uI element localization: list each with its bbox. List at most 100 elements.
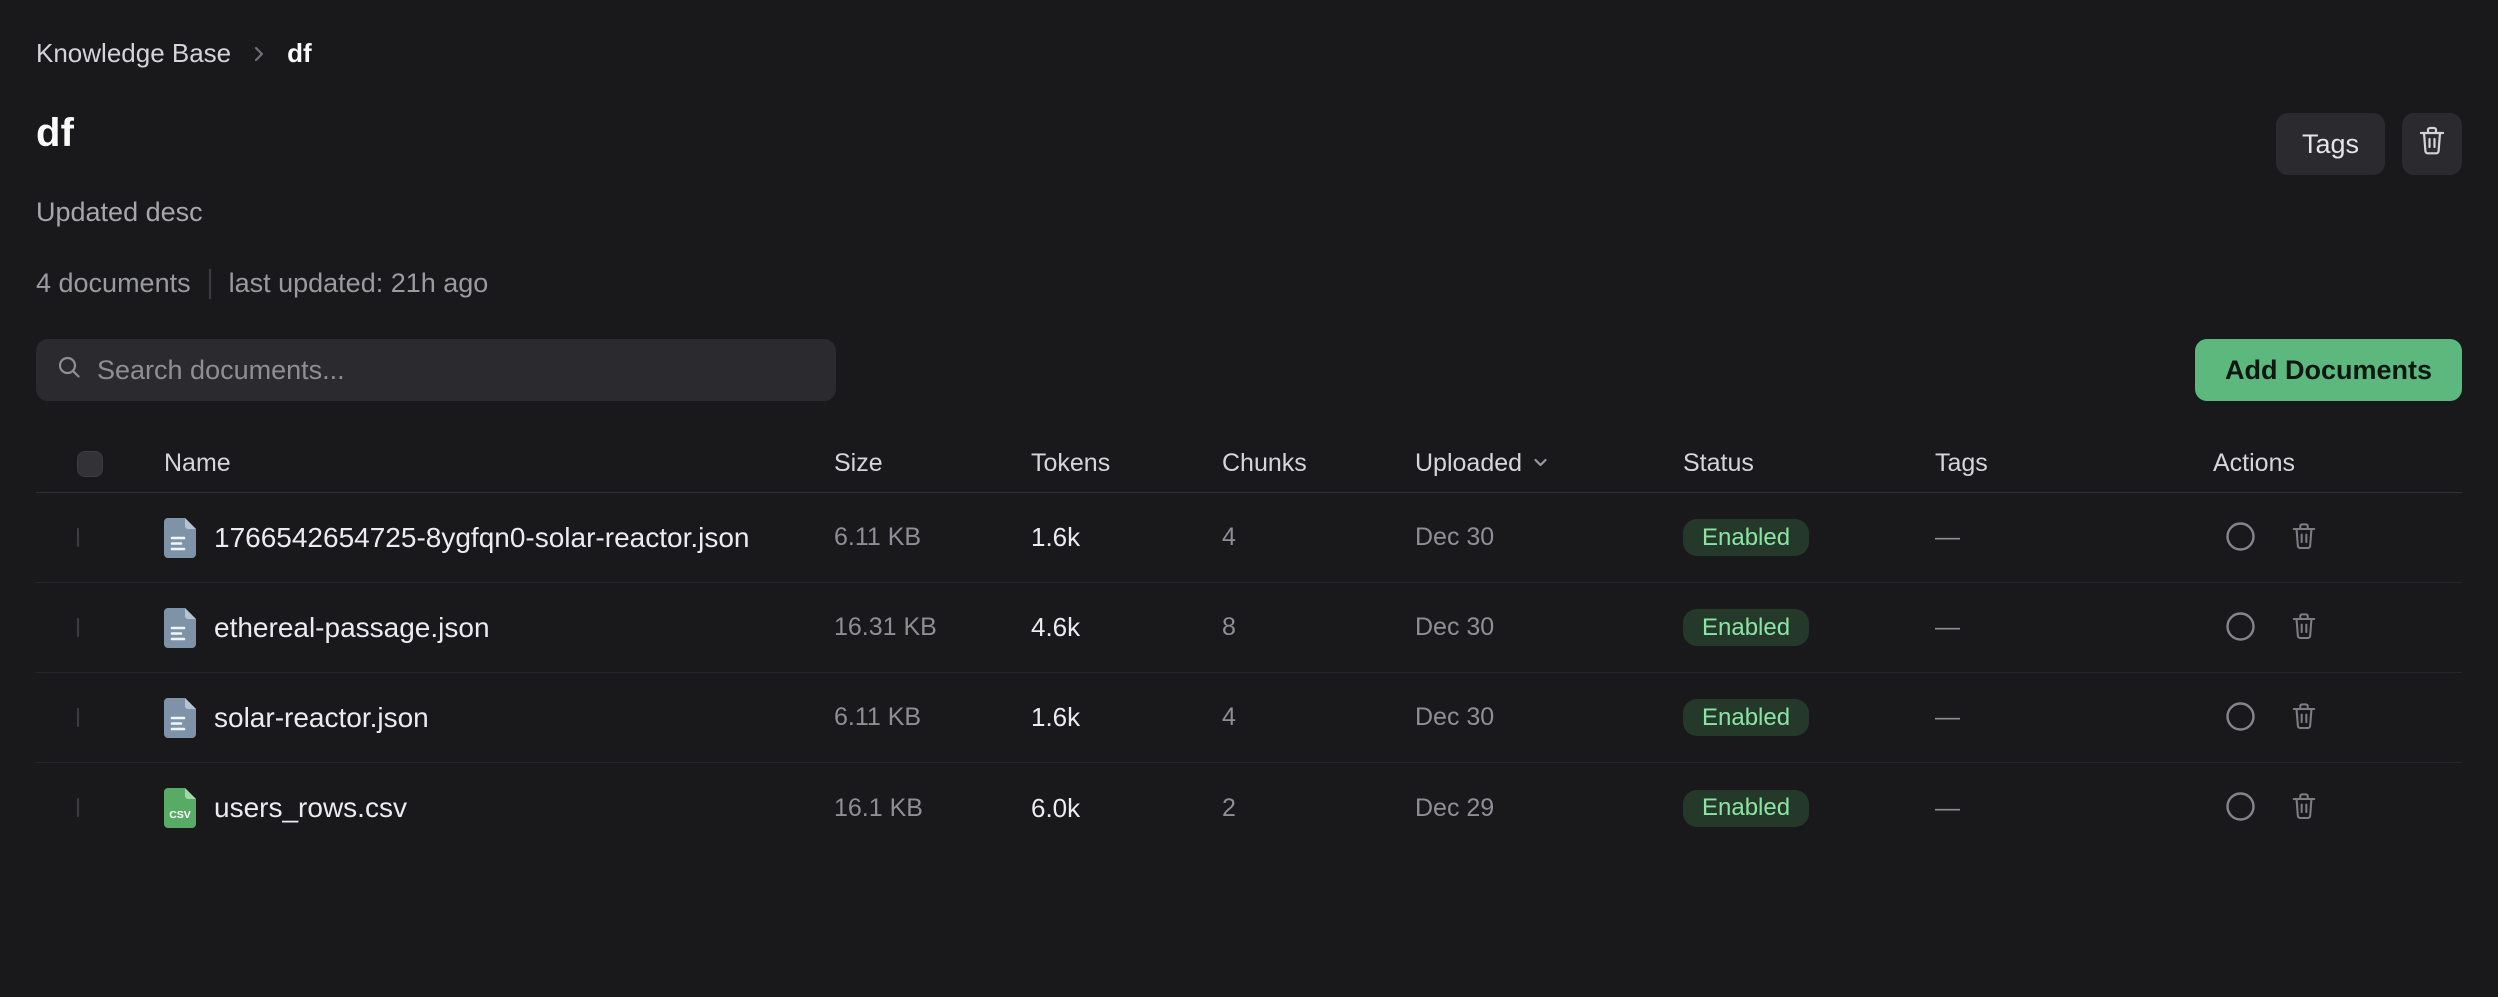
status-badge[interactable]: Enabled (1683, 519, 1809, 556)
json-file-icon (164, 608, 196, 648)
delete-document-button[interactable] (2290, 791, 2318, 825)
toolbar: Add Documents (36, 339, 2462, 401)
toggle-enabled-button[interactable] (2225, 791, 2256, 825)
csv-file-icon: CSV (164, 788, 196, 828)
row-actions (2213, 521, 2462, 555)
table-row: CSV solar-reactor.json 6.11 KB 1.6k 4 De… (36, 673, 2462, 763)
document-size: 16.31 KB (834, 613, 1031, 642)
row-checkbox[interactable] (77, 618, 79, 637)
document-uploaded: Dec 30 (1415, 703, 1683, 732)
document-status-cell: Enabled (1683, 699, 1935, 736)
document-tags: — (1935, 613, 2213, 642)
column-header-size[interactable]: Size (834, 449, 1031, 478)
toggle-enabled-button[interactable] (2225, 611, 2256, 645)
trash-icon (2290, 521, 2318, 555)
status-badge[interactable]: Enabled (1683, 699, 1809, 736)
circle-icon (2225, 611, 2256, 645)
status-badge[interactable]: Enabled (1683, 609, 1809, 646)
add-documents-button[interactable]: Add Documents (2195, 339, 2462, 401)
column-header-status[interactable]: Status (1683, 449, 1935, 478)
column-header-name[interactable]: Name (164, 449, 834, 478)
page-title: df (36, 111, 74, 156)
chevron-down-icon (1532, 449, 1549, 478)
document-chunks: 4 (1222, 523, 1415, 552)
document-name-cell[interactable]: CSV users_rows.csv (164, 788, 834, 828)
document-size: 6.11 KB (834, 703, 1031, 732)
knowledge-base-detail-page: Knowledge Base df df Tags Updated desc 4… (0, 0, 2498, 853)
status-badge[interactable]: Enabled (1683, 790, 1809, 827)
row-actions (2213, 701, 2462, 735)
trash-icon (2290, 701, 2318, 735)
delete-document-button[interactable] (2290, 521, 2318, 555)
document-size: 6.11 KB (834, 523, 1031, 552)
document-status-cell: Enabled (1683, 790, 1935, 827)
toggle-enabled-button[interactable] (2225, 701, 2256, 735)
search-input[interactable] (97, 355, 816, 386)
document-name-cell[interactable]: CSV ethereal-passage.json (164, 608, 834, 648)
circle-icon (2225, 701, 2256, 735)
delete-document-button[interactable] (2290, 611, 2318, 645)
toggle-enabled-button[interactable] (2225, 521, 2256, 555)
delete-document-button[interactable] (2290, 701, 2318, 735)
meta-row: 4 documents last updated: 21h ago (36, 268, 2462, 299)
document-name-cell[interactable]: CSV 1766542654725-8ygfqn0-solar-reactor.… (164, 518, 834, 558)
column-header-uploaded[interactable]: Uploaded (1415, 449, 1683, 478)
column-header-uploaded-label: Uploaded (1415, 449, 1522, 478)
column-header-actions: Actions (2213, 449, 2462, 478)
document-tokens: 1.6k (1031, 522, 1222, 553)
title-actions: Tags (2276, 113, 2462, 175)
delete-knowledge-base-button[interactable] (2402, 113, 2462, 175)
breadcrumb: Knowledge Base df (36, 38, 2462, 69)
document-name: 1766542654725-8ygfqn0-solar-reactor.json (214, 522, 750, 554)
document-uploaded: Dec 30 (1415, 613, 1683, 642)
circle-icon (2225, 521, 2256, 555)
row-checkbox[interactable] (77, 708, 79, 727)
title-row: df Tags (36, 111, 2462, 175)
select-all-checkbox[interactable] (77, 451, 103, 477)
row-select-cell (36, 529, 164, 547)
search-icon (56, 354, 83, 386)
column-header-chunks[interactable]: Chunks (1222, 449, 1415, 478)
trash-icon (2290, 791, 2318, 825)
table-row: CSV ethereal-passage.json 16.31 KB 4.6k … (36, 583, 2462, 673)
document-name: solar-reactor.json (214, 702, 429, 734)
document-chunks: 8 (1222, 613, 1415, 642)
document-chunks: 2 (1222, 794, 1415, 823)
table-row: CSV users_rows.csv 16.1 KB 6.0k 2 Dec 29… (36, 763, 2462, 853)
document-size: 16.1 KB (834, 794, 1031, 823)
row-actions (2213, 611, 2462, 645)
document-count: 4 documents (36, 268, 191, 299)
row-select-cell (36, 709, 164, 727)
tags-button[interactable]: Tags (2276, 113, 2385, 175)
row-select-cell (36, 619, 164, 637)
search-bar[interactable] (36, 339, 836, 401)
json-file-icon (164, 698, 196, 738)
table-body: CSV 1766542654725-8ygfqn0-solar-reactor.… (36, 493, 2462, 853)
table-header-row: Name Size Tokens Chunks Uploaded Status … (36, 435, 2462, 493)
last-updated: last updated: 21h ago (229, 268, 489, 299)
document-tags: — (1935, 523, 2213, 552)
trash-icon (2417, 125, 2447, 164)
column-header-tags[interactable]: Tags (1935, 449, 2213, 478)
json-file-icon (164, 518, 196, 558)
column-header-tokens[interactable]: Tokens (1031, 449, 1222, 478)
row-checkbox[interactable] (77, 798, 79, 817)
document-tags: — (1935, 703, 2213, 732)
document-tokens: 6.0k (1031, 793, 1222, 824)
document-tokens: 1.6k (1031, 702, 1222, 733)
document-status-cell: Enabled (1683, 609, 1935, 646)
document-uploaded: Dec 29 (1415, 794, 1683, 823)
meta-divider (209, 269, 211, 299)
chevron-right-icon (249, 44, 269, 64)
row-select-cell (36, 799, 164, 817)
document-name: ethereal-passage.json (214, 612, 490, 644)
documents-table: Name Size Tokens Chunks Uploaded Status … (36, 435, 2462, 853)
document-name-cell[interactable]: CSV solar-reactor.json (164, 698, 834, 738)
row-actions (2213, 791, 2462, 825)
circle-icon (2225, 791, 2256, 825)
breadcrumb-knowledge-base-link[interactable]: Knowledge Base (36, 38, 231, 69)
row-checkbox[interactable] (77, 528, 79, 547)
document-uploaded: Dec 30 (1415, 523, 1683, 552)
document-name: users_rows.csv (214, 792, 407, 824)
svg-text:CSV: CSV (169, 809, 191, 821)
